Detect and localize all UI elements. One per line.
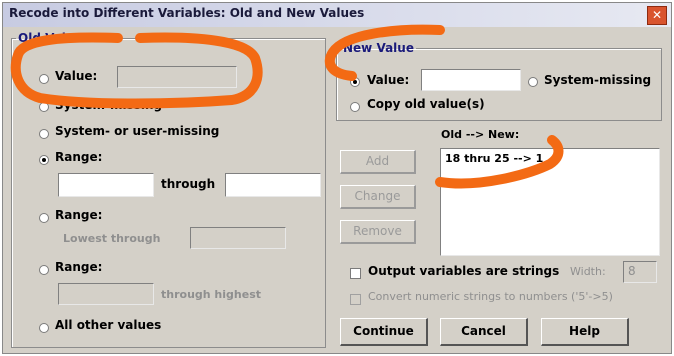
new-value-label: Value: — [367, 73, 410, 87]
range-lowest-label: Range: — [55, 208, 103, 222]
old-system-missing-radio[interactable] — [39, 102, 49, 112]
output-strings-checkbox[interactable] — [350, 268, 361, 279]
range-highest-radio[interactable] — [39, 265, 49, 275]
through-highest-input[interactable] — [58, 283, 154, 305]
range-highest-label: Range: — [55, 260, 103, 274]
output-strings-label: Output variables are strings — [368, 264, 560, 278]
old-new-header: Old --> New: — [441, 128, 520, 141]
convert-strings-checkbox[interactable] — [350, 294, 361, 305]
old-new-list[interactable]: 18 thru 25 --> 1 — [440, 148, 660, 256]
list-item[interactable]: 18 thru 25 --> 1 — [445, 152, 655, 165]
width-input[interactable]: 8 — [623, 261, 657, 283]
copy-old-radio[interactable] — [350, 102, 360, 112]
lowest-through-label: Lowest through — [63, 232, 161, 245]
new-value-legend: New Value — [343, 41, 414, 55]
help-button[interactable]: Help — [541, 318, 629, 346]
old-value-legend: Old Value — [18, 31, 83, 45]
old-sys-user-missing-radio[interactable] — [39, 129, 49, 139]
continue-button[interactable]: Continue — [340, 318, 428, 346]
cancel-button[interactable]: Cancel — [440, 318, 528, 346]
old-range-label: Range: — [55, 150, 103, 164]
convert-strings-label: Convert numeric strings to numbers ('5'-… — [368, 290, 613, 303]
range-lowest-radio[interactable] — [39, 213, 49, 223]
old-sys-user-missing-label: System- or user-missing — [55, 124, 220, 138]
window-title: Recode into Different Variables: Old and… — [9, 6, 365, 20]
new-system-missing-radio[interactable] — [528, 77, 538, 87]
remove-button[interactable]: Remove — [340, 220, 416, 244]
range-from-input[interactable] — [58, 173, 154, 197]
old-range-radio[interactable] — [39, 155, 49, 165]
add-button[interactable]: Add — [340, 150, 416, 174]
new-system-missing-label: System-missing — [544, 73, 652, 87]
new-value-radio[interactable] — [350, 77, 360, 87]
recode-dialog: Recode into Different Variables: Old and… — [2, 2, 672, 354]
all-other-radio[interactable] — [39, 323, 49, 333]
close-icon[interactable]: ✕ — [647, 6, 667, 25]
old-value-input[interactable] — [117, 66, 237, 88]
all-other-label: All other values — [55, 318, 162, 332]
width-label: Width: — [570, 265, 606, 278]
title-bar: Recode into Different Variables: Old and… — [3, 3, 671, 27]
copy-old-label: Copy old value(s) — [367, 97, 485, 111]
change-button[interactable]: Change — [340, 185, 416, 209]
lowest-through-input[interactable] — [190, 227, 286, 249]
through-label: through — [161, 177, 216, 191]
old-value-label: Value: — [55, 69, 98, 83]
range-to-input[interactable] — [225, 173, 321, 197]
new-value-input[interactable] — [421, 69, 521, 91]
width-value: 8 — [628, 264, 636, 278]
through-highest-label: through highest — [161, 288, 262, 301]
old-system-missing-label: System-missing — [55, 98, 163, 112]
old-value-radio[interactable] — [39, 74, 49, 84]
